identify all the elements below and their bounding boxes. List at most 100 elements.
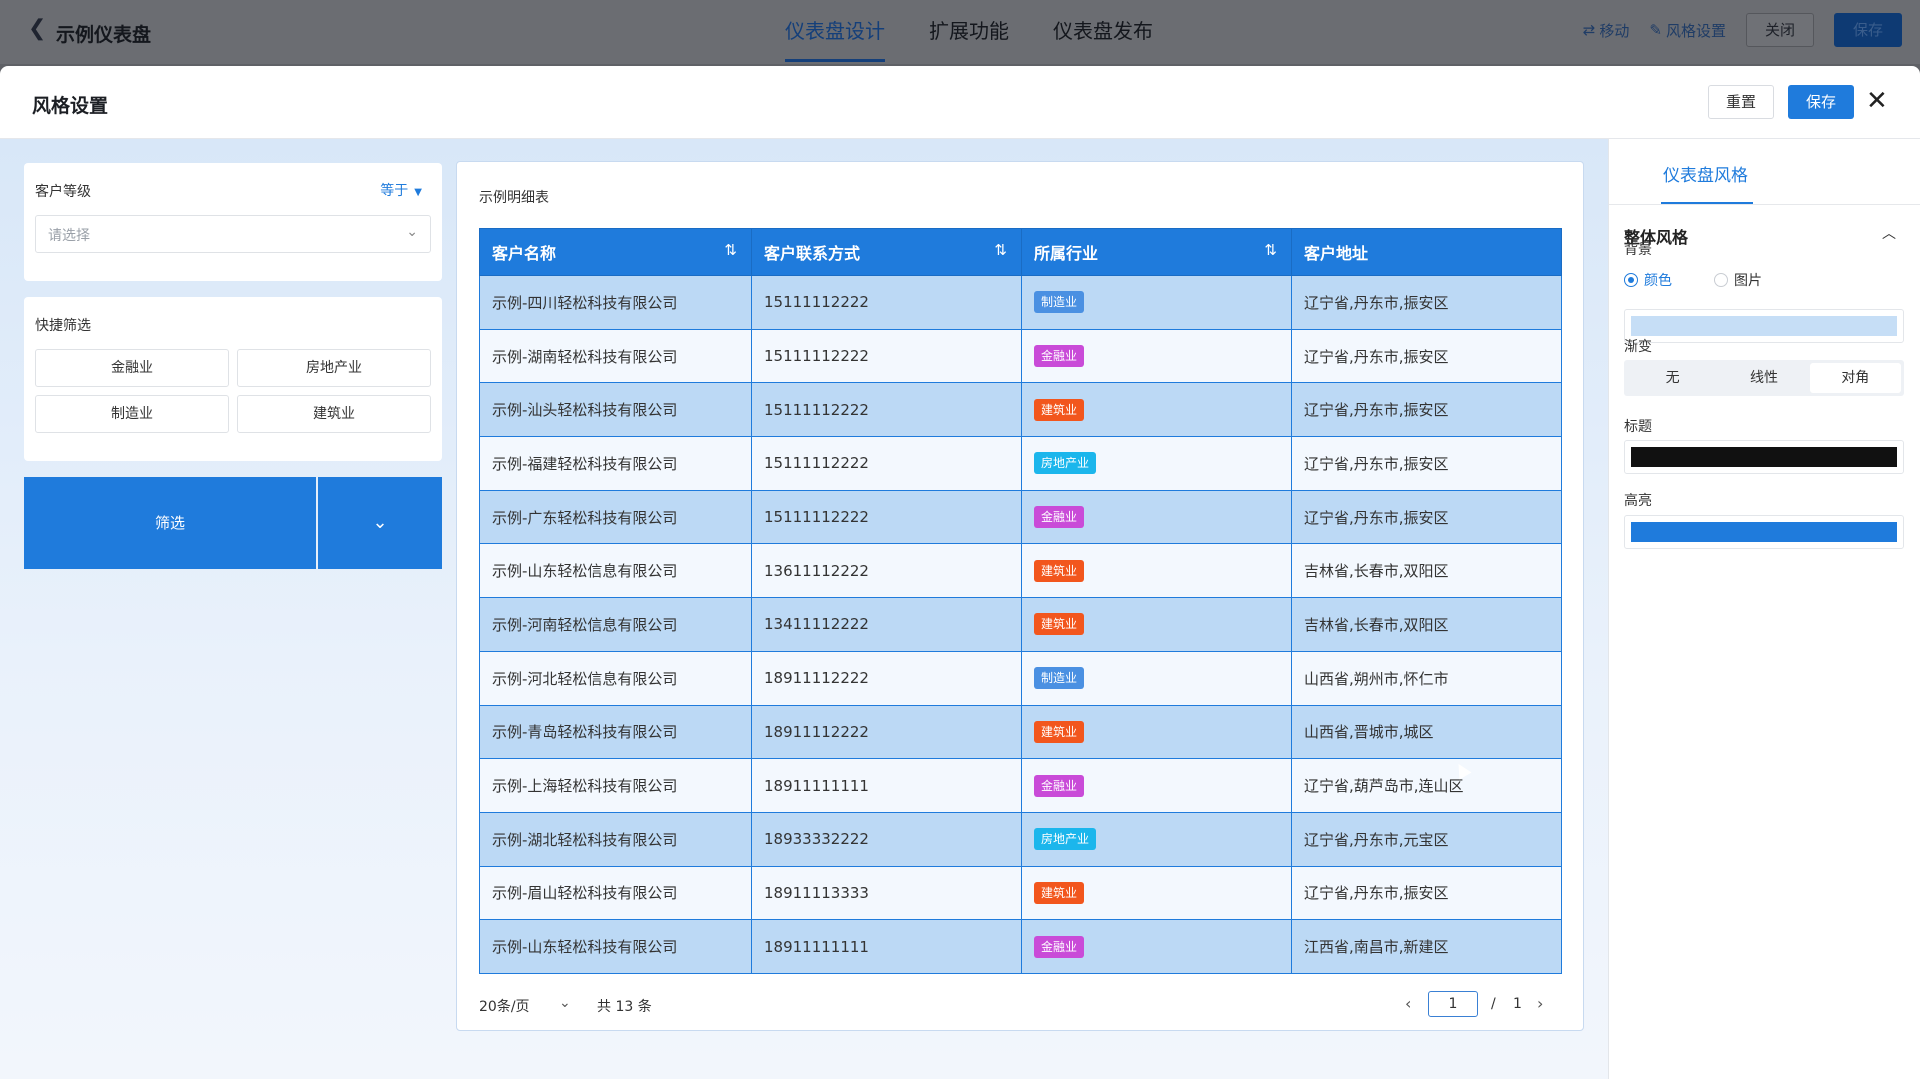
table-row[interactable]: 示例-四川轻松科技有限公司 15111112222 制造业 辽宁省,丹东市,振安区 <box>479 275 1562 330</box>
gradient-linear[interactable]: 线性 <box>1718 363 1809 393</box>
save-dashboard-button[interactable]: 保存 <box>1833 13 1902 47</box>
title-color-swatch <box>1631 447 1897 467</box>
bg-image-radio[interactable]: 图片 <box>1714 270 1762 290</box>
sort-icon[interactable]: ⇅ <box>994 241 1007 259</box>
background-color-picker[interactable] <box>1624 309 1904 343</box>
chevron-down-icon[interactable]: ⌄ <box>559 995 571 1011</box>
table-cell: 金融业 <box>1021 328 1292 384</box>
table-row[interactable]: 示例-河南轻松信息有限公司 13411112222 建筑业 吉林省,长春市,双阳区 <box>479 597 1562 652</box>
move-icon: ⇄ <box>1582 21 1596 39</box>
industry-tag: 制造业 <box>1034 291 1085 314</box>
highlight-color-swatch <box>1631 522 1897 542</box>
background-label: 背景 <box>1624 242 1652 258</box>
table-row[interactable]: 示例-青岛轻松科技有限公司 18911112222 建筑业 山西省,晋城市,城区 <box>479 704 1562 760</box>
quick-filter-finance[interactable]: 金融业 <box>35 349 229 387</box>
table-cell: 示例-眉山轻松科技有限公司 <box>479 865 752 921</box>
quick-filter-label: 快捷筛选 <box>35 318 91 334</box>
tab-dashboard-design[interactable]: 仪表盘设计 <box>785 0 885 62</box>
chevron-down-icon: ⌄ <box>406 224 418 240</box>
table-cell: 辽宁省,丹东市,振安区 <box>1291 382 1562 438</box>
table-cell: 辽宁省,丹东市,振安区 <box>1291 275 1562 330</box>
table-row[interactable]: 示例-湖北轻松科技有限公司 18933332222 房地产业 辽宁省,丹东市,元宝区 <box>479 811 1562 867</box>
industry-tag: 制造业 <box>1034 667 1085 690</box>
table-row[interactable]: 示例-河北轻松信息有限公司 18911112222 制造业 山西省,朔州市,怀仁市 <box>479 650 1562 706</box>
column-header[interactable]: 客户地址 <box>1291 228 1562 276</box>
table-row[interactable]: 示例-山东轻松信息有限公司 13611112222 建筑业 吉林省,长春市,双阳区 <box>479 543 1562 599</box>
table-cell: 制造业 <box>1021 275 1292 330</box>
table-cell: 金融业 <box>1021 758 1292 813</box>
close-dashboard-button[interactable]: 关闭 <box>1745 13 1814 47</box>
chevron-up-icon[interactable]: ︿ <box>1882 223 1896 243</box>
table-cell: 金融业 <box>1021 919 1292 974</box>
table-body: 示例-四川轻松科技有限公司 15111112222 制造业 辽宁省,丹东市,振安区 示例… <box>479 275 1562 974</box>
industry-tag: 房地产业 <box>1034 828 1097 851</box>
industry-tag: 金融业 <box>1034 774 1085 797</box>
highlight-color-label: 高亮 <box>1624 493 1652 509</box>
table-cell: 15111112222 <box>751 489 1022 545</box>
sort-icon[interactable]: ⇅ <box>1264 241 1277 259</box>
dashboard-title: 示例仪表盘 <box>56 24 152 46</box>
quick-filter-manufacturing[interactable]: 制造业 <box>35 395 229 433</box>
table-row[interactable]: 示例-福建轻松科技有限公司 15111112222 房地产业 辽宁省,丹东市,振安区 <box>479 436 1562 491</box>
reset-button[interactable]: 重置 <box>1708 85 1774 119</box>
total-count: 共 13 条 <box>597 999 652 1015</box>
highlight-color-picker[interactable] <box>1624 515 1904 549</box>
quick-filter-construction[interactable]: 建筑业 <box>237 395 431 433</box>
prev-page-icon[interactable]: ‹ <box>1405 994 1411 1013</box>
industry-tag: 建筑业 <box>1034 559 1085 582</box>
save-button[interactable]: 保存 <box>1788 85 1854 119</box>
table-row[interactable]: 示例-湖南轻松科技有限公司 15111112222 金融业 辽宁省,丹东市,振安区 <box>479 328 1562 384</box>
table-row[interactable]: 示例-汕头轻松科技有限公司 15111112222 建筑业 辽宁省,丹东市,振安区 <box>479 382 1562 438</box>
table-cell: 江西省,南昌市,新建区 <box>1291 919 1562 974</box>
tab-dashboard-style[interactable]: 仪表盘风格 <box>1663 161 1748 186</box>
table-cell: 示例-福建轻松科技有限公司 <box>479 436 752 491</box>
table-cell: 示例-湖南轻松科技有限公司 <box>479 328 752 384</box>
table-cell: 建筑业 <box>1021 543 1292 599</box>
close-icon[interactable]: ✕ <box>1866 86 1888 116</box>
filter-dropdown-button[interactable]: ⌄ <box>318 477 442 569</box>
table-cell: 制造业 <box>1021 650 1292 706</box>
table-cell: 13611112222 <box>751 543 1022 599</box>
page-input[interactable]: 1 <box>1428 991 1478 1017</box>
title-color-label: 标题 <box>1624 419 1652 435</box>
tab-extensions[interactable]: 扩展功能 <box>929 0 1009 62</box>
next-page-icon[interactable]: › <box>1537 994 1543 1013</box>
gradient-none[interactable]: 无 <box>1627 363 1718 393</box>
sort-icon[interactable]: ⇅ <box>724 241 737 259</box>
table-row[interactable]: 示例-眉山轻松科技有限公司 18911113333 建筑业 辽宁省,丹东市,振安区 <box>479 865 1562 921</box>
table-row[interactable]: 示例-上海轻松科技有限公司 18911111111 金融业 辽宁省,葫芦岛市,连山区 <box>479 758 1562 813</box>
table-cell: 房地产业 <box>1021 436 1292 491</box>
column-header[interactable]: 客户联系方式 ⇅ <box>751 228 1022 276</box>
filter-button[interactable]: 筛选 <box>24 477 316 569</box>
column-header-label: 客户地址 <box>1304 244 1369 263</box>
table-cell: 18911113333 <box>751 865 1022 921</box>
table-cell: 辽宁省,丹东市,振安区 <box>1291 436 1562 491</box>
column-header[interactable]: 所属行业 ⇅ <box>1021 228 1292 276</box>
table-row[interactable]: 示例-山东轻松科技有限公司 18911111111 金融业 江西省,南昌市,新建区 <box>479 919 1562 974</box>
operator-dropdown[interactable]: 等于 ▼ <box>380 180 422 200</box>
move-button[interactable]: ⇄ 移动 <box>1583 20 1630 41</box>
table-cell: 15111112222 <box>751 382 1022 438</box>
table-cell: 示例-青岛轻松科技有限公司 <box>479 704 752 760</box>
table-cell: 示例-广东轻松科技有限公司 <box>479 489 752 545</box>
column-header[interactable]: 客户名称 ⇅ <box>479 228 752 276</box>
bg-color-radio[interactable]: 颜色 <box>1624 270 1672 290</box>
page-size-select[interactable]: 20条/页 <box>479 996 530 1016</box>
quick-filter-real-estate[interactable]: 房地产业 <box>237 349 431 387</box>
style-settings-button[interactable]: ✎ 风格设置 <box>1649 20 1726 41</box>
table-cell: 建筑业 <box>1021 597 1292 652</box>
back-icon[interactable]: ❮ <box>28 16 46 41</box>
gradient-diagonal[interactable]: 对角 <box>1809 363 1901 393</box>
table-cell: 示例-河南轻松信息有限公司 <box>479 597 752 652</box>
radio-checked-icon <box>1624 273 1638 287</box>
tab-dashboard-publish[interactable]: 仪表盘发布 <box>1053 0 1153 62</box>
gradient-label: 渐变 <box>1624 339 1652 355</box>
gradient-segmented-control: 无 线性 对角 <box>1624 360 1904 396</box>
top-toolbar: ⇄ 移动 ✎ 风格设置 关闭 保存 <box>1583 13 1902 47</box>
move-label: 移动 <box>1599 21 1630 40</box>
select-placeholder: 请选择 <box>48 228 90 244</box>
table-row[interactable]: 示例-广东轻松科技有限公司 15111112222 金融业 辽宁省,丹东市,振安区 <box>479 489 1562 545</box>
customer-level-select[interactable]: 请选择 ⌄ <box>35 215 431 253</box>
title-color-picker[interactable] <box>1624 440 1904 474</box>
industry-tag: 建筑业 <box>1034 720 1085 743</box>
